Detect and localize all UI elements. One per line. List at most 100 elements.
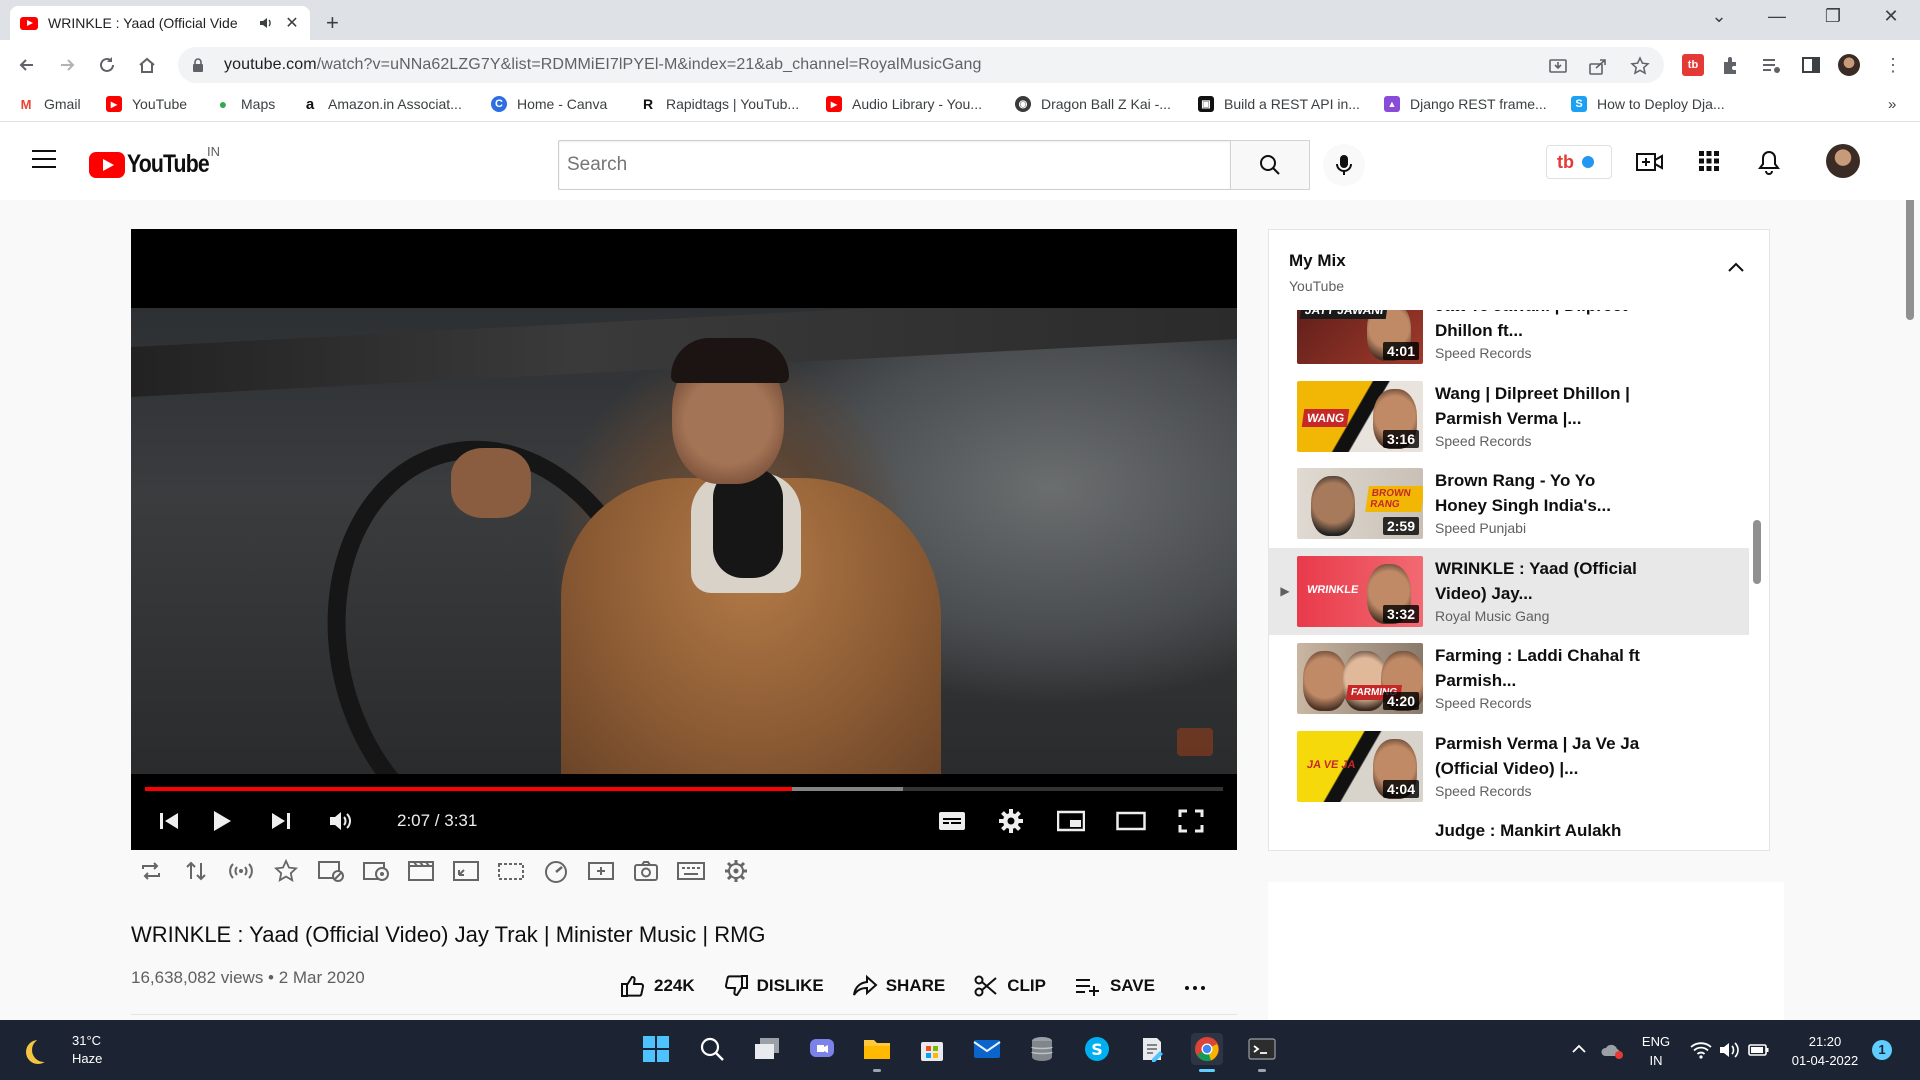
file-explorer-button[interactable] [861,1033,893,1072]
skype-button[interactable]: S [1081,1033,1113,1065]
resize-icon[interactable] [451,856,481,886]
battery-icon[interactable] [1748,1040,1770,1060]
video-player[interactable]: 2:07 / 3:31 [131,229,1237,850]
apps-grid-icon[interactable] [1697,149,1723,175]
bookmark-django-rest[interactable]: ▲ Django REST frame... [1384,96,1547,112]
new-tab-button[interactable]: + [326,10,339,36]
video-thumbnail[interactable]: JA VE JA 4:04 [1297,730,1423,802]
teams-chat-button[interactable] [806,1033,838,1065]
taskbar-search-button[interactable] [696,1033,728,1065]
media-queue-icon[interactable] [1760,54,1782,76]
bookmark-audio-library[interactable]: ▶ Audio Library - You... [826,96,982,112]
search-button[interactable] [1230,140,1310,190]
tubebuddy-extension-icon[interactable]: tb [1682,54,1704,76]
video-thumbnail[interactable]: FARMING 4:20 [1297,643,1423,714]
dislike-button[interactable]: DISLIKE [723,974,824,998]
clip-button[interactable]: CLIP [973,974,1046,998]
keyboard-icon[interactable] [676,856,706,886]
bookmark-maps[interactable]: ● Maps [215,96,275,112]
playlist-item[interactable]: Judge : Mankirt Aulakh [1269,810,1749,850]
tray-overflow-icon[interactable] [1570,1040,1588,1058]
chrome-menu-icon[interactable]: ⋮ [1882,54,1904,76]
task-view-button[interactable] [751,1033,783,1065]
subtitles-button[interactable] [936,805,968,837]
bookmark-rapidtags[interactable]: R Rapidtags | YouTub... [640,96,799,112]
playlist-scrollbar[interactable] [1753,520,1761,584]
extensions-puzzle-icon[interactable] [1720,54,1742,76]
playlist-item[interactable]: BROWN RANG 2:59 Brown Rang - Yo Yo Honey… [1269,460,1749,548]
playlist-item[interactable]: WANG 3:16 Wang | Dilpreet Dhillon | Parm… [1269,373,1749,461]
loop-icon[interactable] [136,856,166,886]
notifications-bell-icon[interactable] [1757,149,1783,175]
playlist-item-title[interactable]: Parmish Verma | Ja Ve Ja (Official Video… [1435,731,1640,781]
sort-icon[interactable] [181,856,211,886]
volume-icon[interactable] [1718,1040,1740,1060]
microsoft-store-button[interactable] [916,1033,948,1065]
playlist-item[interactable]: JA VE JA 4:04 Parmish Verma | Ja Ve Ja (… [1269,723,1749,811]
progress-bar[interactable] [145,787,1223,791]
fullscreen-button[interactable] [1175,805,1207,837]
browser-tab[interactable]: WRINKLE : Yaad (Official Vide ✕ [10,6,310,40]
screenshot-camera-icon[interactable] [631,856,661,886]
weather-widget[interactable]: 31°C Haze [22,1032,102,1068]
terminal-button[interactable] [1246,1033,1278,1072]
youtube-logo[interactable]: YouTube IN [89,144,223,179]
start-button[interactable] [640,1033,672,1065]
onedrive-icon[interactable] [1600,1040,1624,1060]
bookmark-canva[interactable]: C Home - Canva [491,96,607,112]
page-scrollbar[interactable] [1906,200,1914,320]
reload-button[interactable] [94,52,120,78]
search-input[interactable] [558,140,1231,190]
install-app-icon[interactable] [1548,56,1568,76]
miniplayer-button[interactable] [1055,805,1087,837]
playlist-item-title[interactable]: WRINKLE : Yaad (Official Video) Jay... [1435,556,1640,606]
playlist-item[interactable]: FARMING 4:20 Farming : Laddi Chahal ft P… [1269,635,1749,723]
bookmark-youtube[interactable]: ▶ YouTube [106,96,187,112]
speaker-icon[interactable] [258,15,276,31]
video-thumbnail[interactable]: WRINKLE 3:32 [1297,555,1423,627]
database-app-button[interactable] [1026,1033,1058,1065]
create-video-icon[interactable] [1636,149,1663,175]
share-icon[interactable] [1588,56,1608,76]
address-bar[interactable]: youtube.com/watch?v=uNNa62LZG7Y&list=RDM… [178,47,1664,83]
more-actions-button[interactable] [1183,974,1215,998]
notepad-button[interactable] [1136,1033,1168,1065]
save-button[interactable]: SAVE [1074,974,1155,998]
video-thumbnail[interactable]: WANG 3:16 [1297,380,1423,452]
collapse-playlist-button[interactable] [1724,256,1748,280]
maximize-button[interactable]: ❐ [1818,6,1848,27]
playlist-item-title[interactable]: Judge : Mankirt Aulakh [1435,818,1695,843]
bookmark-rest-api[interactable]: ▣ Build a REST API in... [1198,96,1360,112]
play-button[interactable] [205,805,237,837]
input-language[interactable]: ENG IN [1636,1032,1676,1070]
extension-settings-gear-icon[interactable] [721,856,751,886]
watch-later-icon[interactable] [361,856,391,886]
back-button[interactable] [14,52,40,78]
side-panel-icon[interactable] [1800,54,1822,76]
add-frame-icon[interactable] [586,856,616,886]
playlist-title[interactable]: My Mix [1289,251,1346,271]
hamburger-menu-icon[interactable] [32,150,56,170]
cinema-mode-icon[interactable] [406,856,436,886]
bookmark-star-icon[interactable] [1630,56,1650,76]
more-bookmarks-icon[interactable]: » [1888,96,1896,113]
home-button[interactable] [134,52,160,78]
popout-icon[interactable] [496,856,526,886]
playlist-item-title[interactable]: Brown Rang - Yo Yo Honey Singh India's..… [1435,468,1640,518]
settings-button[interactable] [995,805,1027,837]
wifi-icon[interactable] [1690,1040,1712,1060]
bookmark-amazon[interactable]: a Amazon.in Associat... [302,96,462,113]
close-window-button[interactable]: ✕ [1876,6,1906,27]
tubebuddy-button[interactable]: tb [1546,145,1612,179]
bookmark-gmail[interactable]: M Gmail [18,96,81,112]
share-button[interactable]: SHARE [852,974,945,998]
profile-avatar[interactable] [1838,54,1860,76]
bookmark-dragon-ball[interactable]: ◉ Dragon Ball Z Kai -... [1015,96,1171,112]
close-tab-icon[interactable]: ✕ [284,13,300,33]
next-button[interactable] [265,805,297,837]
video-thumbnail[interactable]: BROWN RANG 2:59 [1297,468,1423,539]
mute-button[interactable] [325,805,357,837]
ads-block-icon[interactable] [316,856,346,886]
playlist-item-now-playing[interactable]: ▶ WRINKLE 3:32 WRINKLE : Yaad (Official … [1269,547,1749,635]
voice-search-button[interactable] [1323,144,1365,186]
